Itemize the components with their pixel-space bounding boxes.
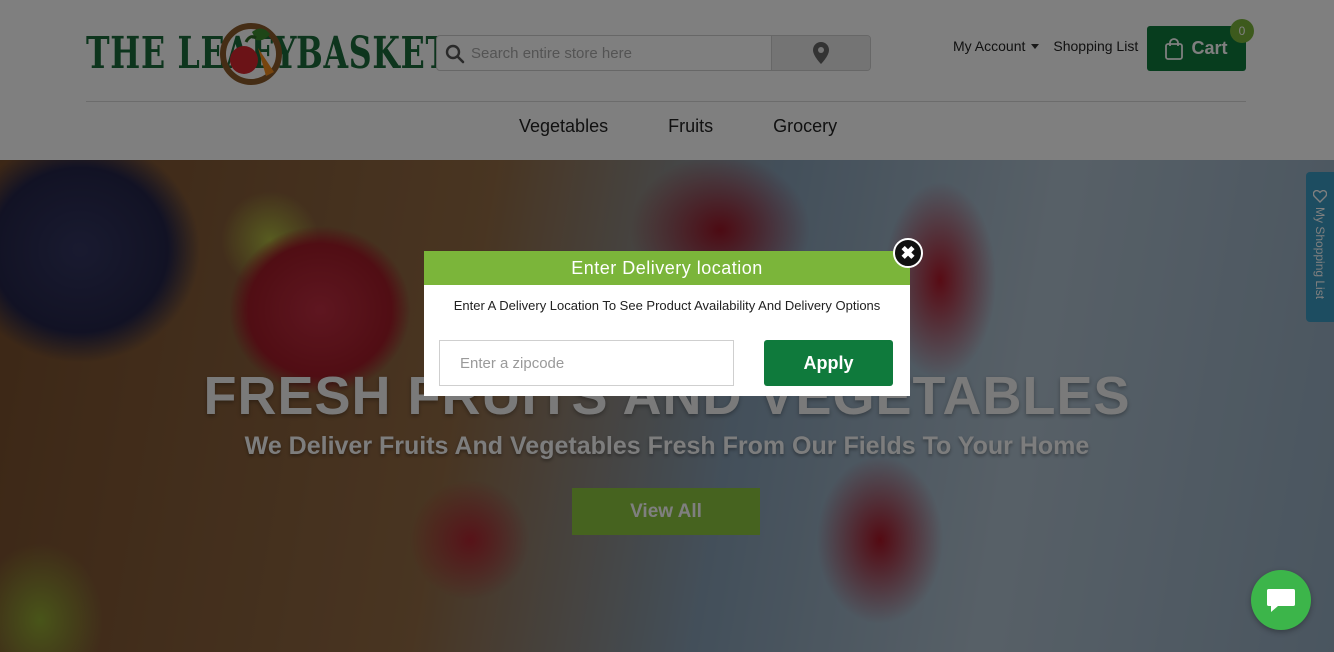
chat-button[interactable] (1251, 570, 1311, 630)
chat-bubble-icon (1267, 589, 1295, 612)
delivery-location-modal: Enter Delivery location Enter A Delivery… (424, 251, 910, 396)
close-icon[interactable]: ✖ (893, 238, 923, 268)
modal-description: Enter A Delivery Location To See Product… (453, 298, 881, 313)
apply-button[interactable]: Apply (764, 340, 893, 386)
modal-title: Enter Delivery location (424, 251, 910, 285)
zipcode-input[interactable] (439, 340, 734, 386)
